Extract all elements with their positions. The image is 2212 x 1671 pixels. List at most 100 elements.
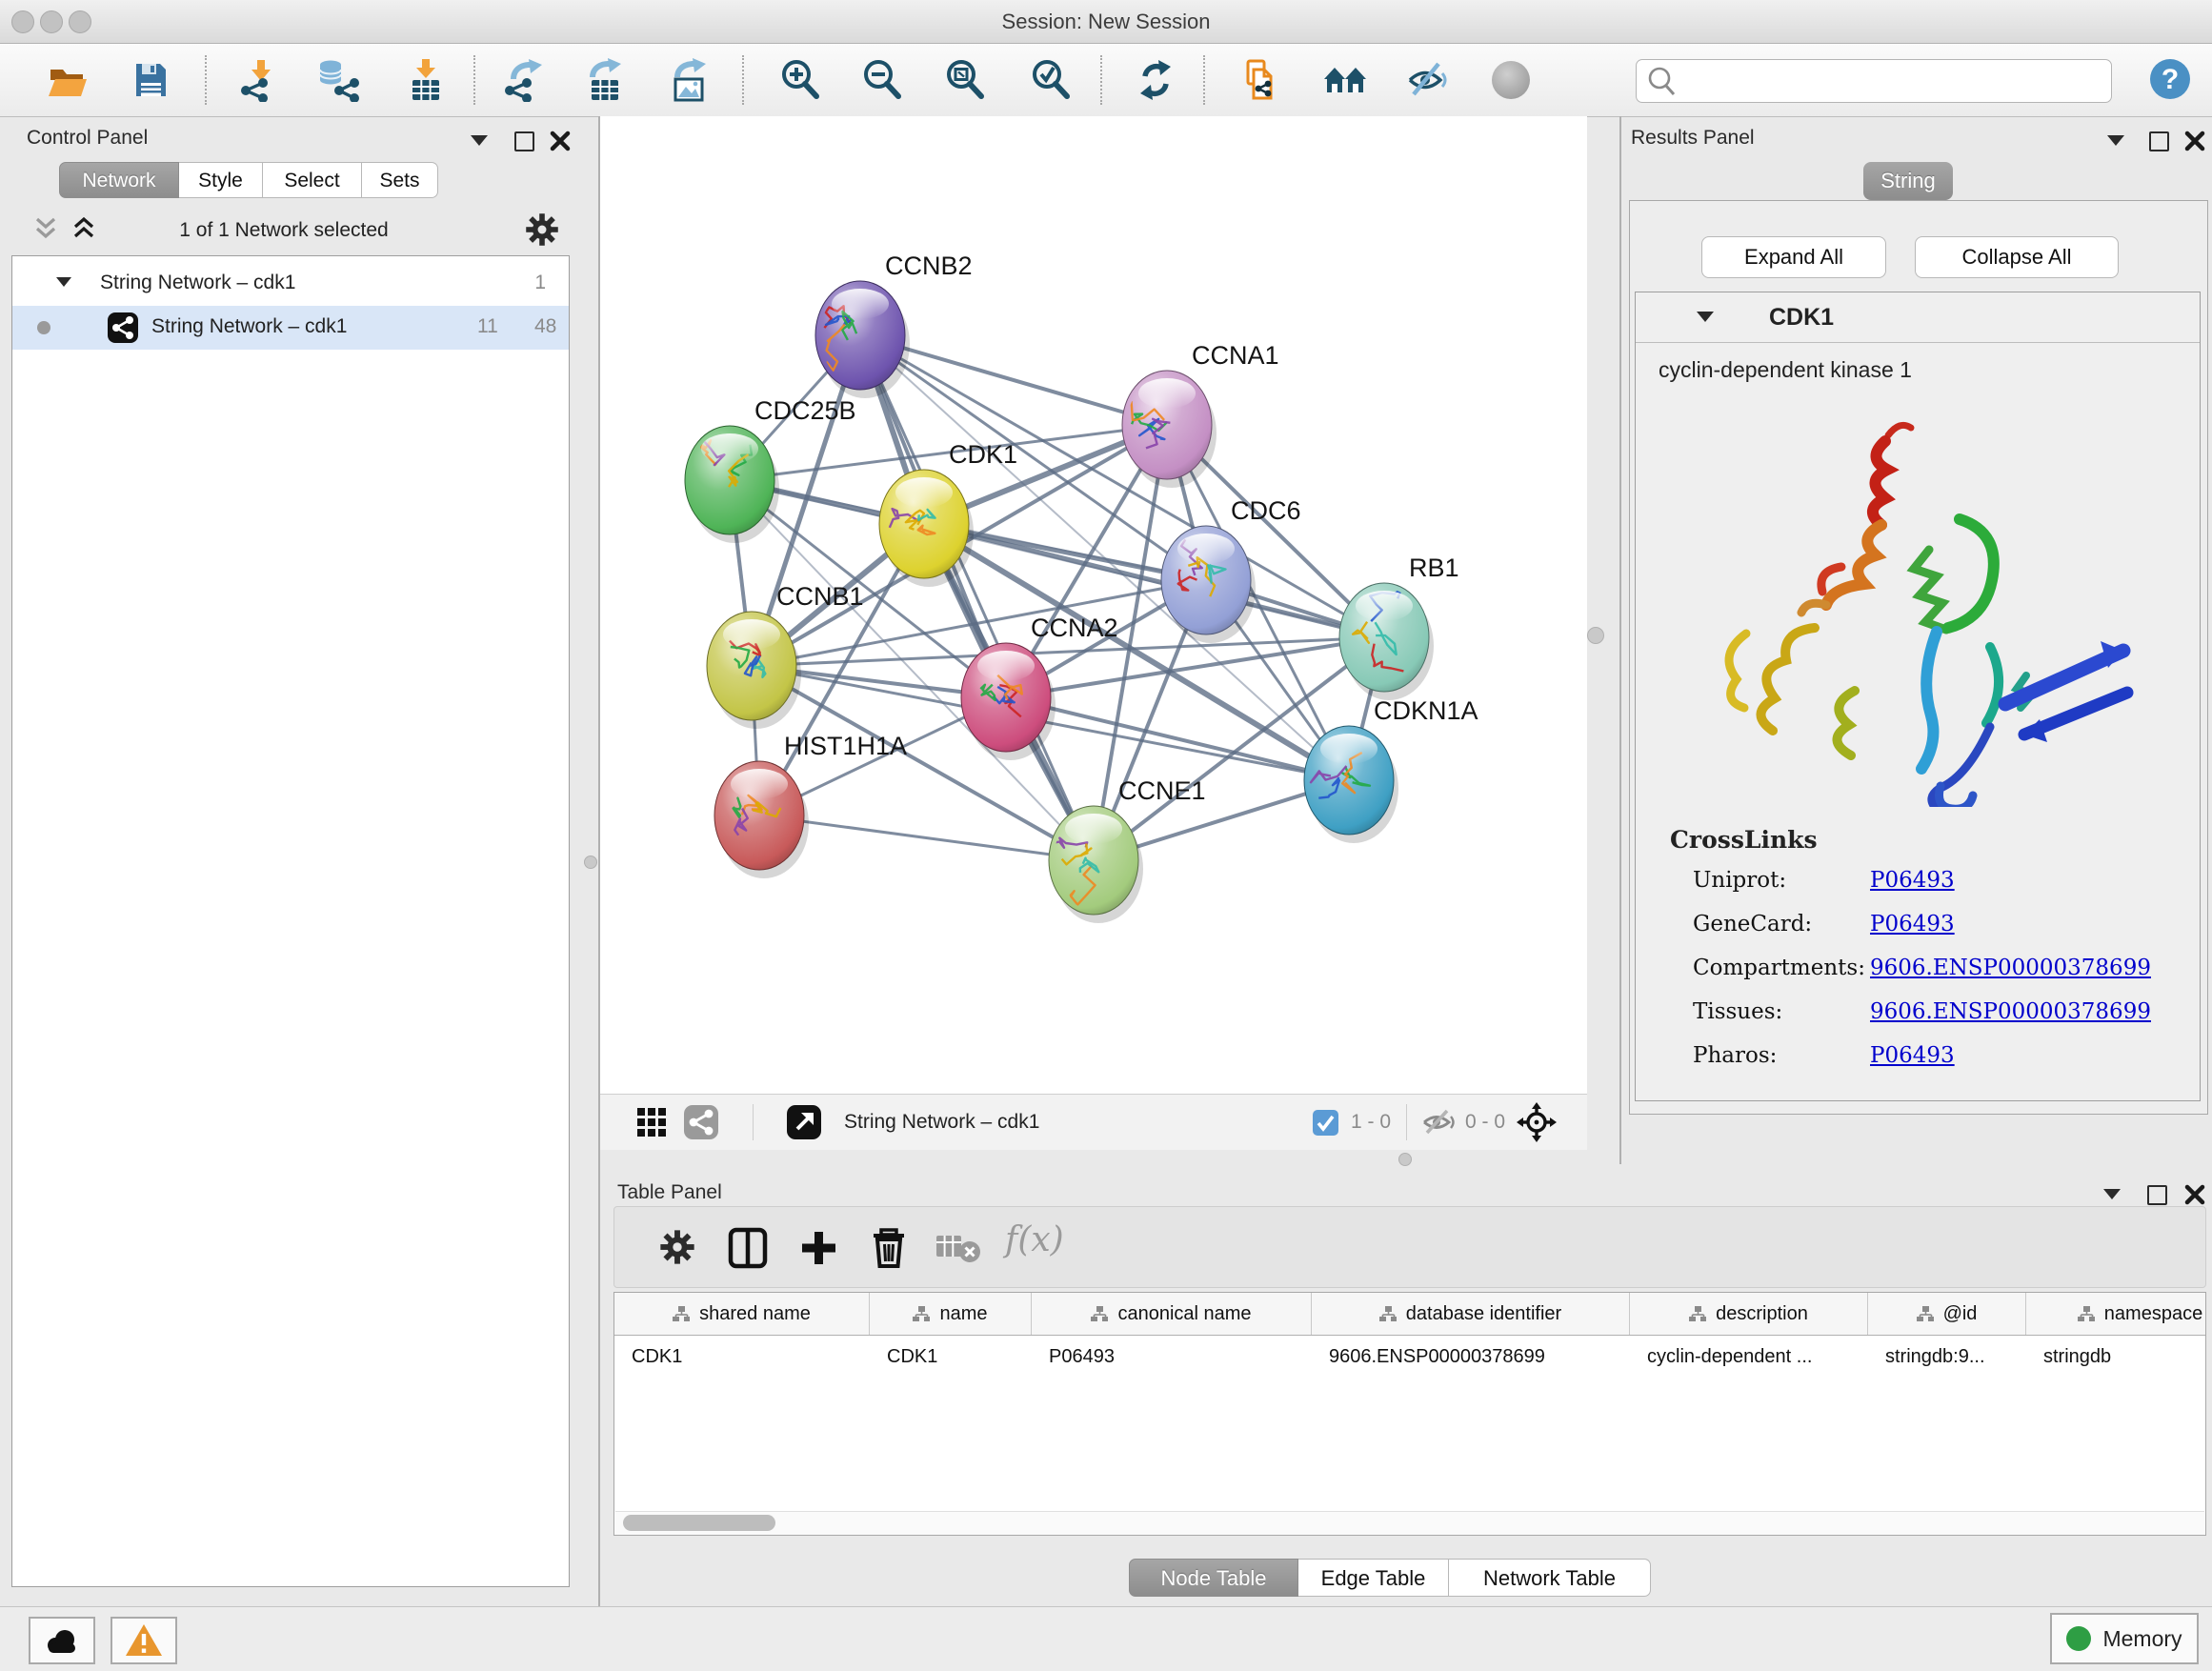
tab-edge-table[interactable]: Edge Table [1298, 1559, 1449, 1597]
bottom-splitter-handle[interactable] [1398, 1153, 1412, 1166]
tab-style[interactable]: Style [179, 162, 263, 198]
column-header--id[interactable]: @id [1868, 1293, 2026, 1335]
left-splitter-handle[interactable] [584, 856, 597, 869]
table-cell[interactable]: CDK1 [614, 1336, 870, 1378]
crosslink-link[interactable]: P06493 [1870, 868, 1955, 893]
birdseye-view-icon[interactable] [787, 1105, 821, 1145]
fit-content-crosshair-icon[interactable] [1517, 1102, 1557, 1148]
string-home-icon[interactable] [1323, 58, 1367, 102]
network-view-string-icon[interactable] [684, 1105, 718, 1145]
open-session-icon[interactable] [45, 58, 89, 102]
tab-network-table[interactable]: Network Table [1449, 1559, 1651, 1597]
show-columns-icon[interactable] [727, 1226, 769, 1275]
network-row[interactable]: String Network – cdk1 11 48 [12, 306, 569, 350]
network-edge[interactable] [759, 815, 1094, 860]
zoom-selected-icon[interactable] [1029, 58, 1073, 102]
control-panel-collapse-icon[interactable] [471, 135, 495, 160]
tab-select[interactable]: Select [263, 162, 362, 198]
string-hide-icon[interactable] [1406, 58, 1450, 102]
results-tab-string[interactable]: String [1863, 162, 1953, 200]
hidden-eye-icon[interactable] [1421, 1107, 1456, 1143]
column-header-description[interactable]: description [1630, 1293, 1868, 1335]
tab-node-table[interactable]: Node Table [1129, 1559, 1298, 1597]
expand-all-button[interactable]: Expand All [1701, 236, 1886, 278]
memory-button[interactable]: Memory [2050, 1613, 2199, 1664]
cloud-status-button[interactable] [29, 1617, 95, 1664]
crosslink-link[interactable]: P06493 [1870, 912, 1955, 936]
node-label: CDK1 [949, 440, 1017, 469]
collection-expander-icon[interactable] [56, 277, 71, 287]
network-collection-row[interactable]: String Network – cdk1 1 [12, 262, 569, 306]
gene-expander-icon[interactable] [1697, 312, 1714, 322]
search-input[interactable] [1682, 64, 2105, 98]
string-import-icon[interactable] [1238, 58, 1282, 102]
zoom-out-icon[interactable] [860, 58, 904, 102]
table-cell[interactable]: CDK1 [870, 1336, 1032, 1378]
network-node-rb1[interactable]: RB1 [1339, 554, 1459, 700]
network-node-ccnb1[interactable]: CCNB1 [707, 582, 864, 729]
import-network-database-icon[interactable] [316, 58, 360, 102]
tab-sets[interactable]: Sets [362, 162, 438, 198]
network-node-cdc25b[interactable]: CDC25B [681, 396, 856, 543]
export-image-icon[interactable] [668, 58, 712, 102]
help-icon[interactable]: ? [2147, 56, 2191, 100]
crosslink-link[interactable]: 9606.ENSP00000378699 [1870, 999, 2151, 1024]
gene-name: CDK1 [1769, 304, 1834, 332]
export-table-icon[interactable] [583, 58, 627, 102]
table-cell[interactable]: stringdb:9... [1868, 1336, 2026, 1378]
selected-checkbox-icon[interactable] [1313, 1110, 1338, 1141]
refresh-icon[interactable] [1134, 58, 1177, 102]
control-panel-float-icon[interactable] [514, 131, 539, 156]
function-builder-icon[interactable]: f(x) [1005, 1220, 1064, 1259]
crosslink-link[interactable]: 9606.ENSP00000378699 [1870, 956, 2151, 980]
column-header-name[interactable]: name [870, 1293, 1032, 1335]
network-node-ccna1[interactable]: CCNA1 [1122, 341, 1279, 488]
network-node-ccne1[interactable]: CCNE1 [1048, 776, 1205, 923]
network-edge[interactable] [860, 335, 1094, 860]
table-settings-gear-icon[interactable] [658, 1228, 696, 1271]
network-node-ccnb2[interactable]: CCNB2 [815, 252, 973, 398]
delete-column-trash-icon[interactable] [868, 1224, 910, 1275]
network-label: String Network – cdk1 [151, 315, 347, 338]
zoom-fit-icon[interactable] [943, 58, 987, 102]
network-graph[interactable]: CCNB2 CCNA1 CDC25B CDK1 CDC6 RB1 CCNB1 CCNA2 CDK… [600, 116, 1587, 1094]
grid-view-icon[interactable] [636, 1107, 667, 1143]
string-eye-icon[interactable] [1489, 58, 1533, 102]
column-header-namespace[interactable]: namespace [2026, 1293, 2206, 1335]
right-splitter[interactable] [1619, 116, 1621, 1164]
crosslink-link[interactable]: P06493 [1870, 1043, 1955, 1068]
tab-network[interactable]: Network [59, 162, 179, 198]
column-header-shared-name[interactable]: shared name [614, 1293, 870, 1335]
collapse-all-button[interactable]: Collapse All [1915, 236, 2119, 278]
import-network-file-icon[interactable] [238, 58, 282, 102]
export-network-icon[interactable] [502, 58, 546, 102]
scrollbar-thumb[interactable] [623, 1515, 775, 1531]
create-column-plus-icon[interactable] [797, 1226, 839, 1275]
save-session-icon[interactable] [129, 58, 172, 102]
network-node-cdkn1a[interactable]: CDKN1A [1304, 696, 1478, 843]
table-panel-close-icon[interactable] [2183, 1183, 2208, 1208]
table-horizontal-scrollbar[interactable] [615, 1511, 2204, 1535]
table-cell[interactable]: stringdb [2026, 1336, 2206, 1378]
network-canvas[interactable]: CCNB2 CCNA1 CDC25B CDK1 CDC6 RB1 CCNB1 CCNA2 CDK… [600, 116, 1587, 1094]
delete-table-icon[interactable] [936, 1232, 982, 1271]
network-options-gear-icon[interactable] [524, 211, 560, 252]
network-node-hist1h1a[interactable]: HIST1H1A [714, 732, 907, 878]
column-header-database-identifier[interactable]: database identifier [1312, 1293, 1630, 1335]
table-cell[interactable]: cyclin-dependent ... [1630, 1336, 1868, 1378]
import-table-file-icon[interactable] [404, 58, 448, 102]
right-splitter-handle[interactable] [1587, 627, 1604, 644]
table-cell[interactable]: P06493 [1032, 1336, 1312, 1378]
zoom-in-icon[interactable] [778, 58, 822, 102]
control-panel-close-icon[interactable] [549, 130, 573, 154]
column-header-canonical-name[interactable]: canonical name [1032, 1293, 1312, 1335]
node-label: CCNA1 [1192, 341, 1279, 370]
results-panel-collapse-icon[interactable] [2107, 135, 2132, 160]
network-node-cdc6[interactable]: CDC6 [1161, 496, 1301, 643]
warnings-button[interactable] [111, 1617, 177, 1664]
table-row[interactable]: CDK1CDK1P064939606.ENSP00000378699cyclin… [614, 1336, 2205, 1378]
results-panel-close-icon[interactable] [2183, 130, 2208, 154]
table-cell[interactable]: 9606.ENSP00000378699 [1312, 1336, 1630, 1378]
network-node-ccna2[interactable]: CCNA2 [961, 614, 1118, 760]
results-panel-float-icon[interactable] [2149, 131, 2174, 156]
